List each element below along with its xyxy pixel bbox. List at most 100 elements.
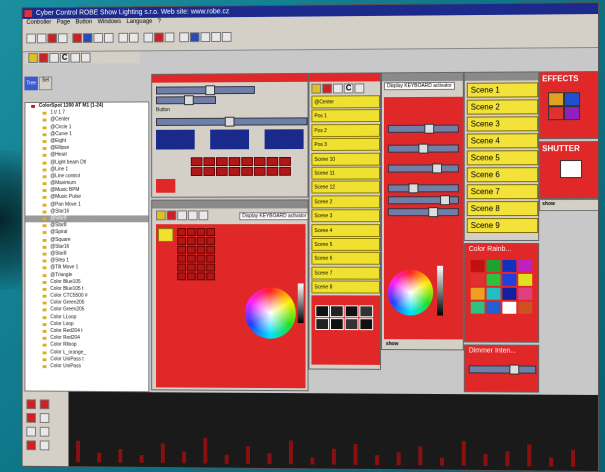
button-label: Button — [156, 107, 170, 113]
settings-icon[interactable] — [211, 32, 221, 42]
preset-item[interactable]: Scene 2 — [311, 195, 380, 208]
effect-swatch-2[interactable] — [564, 92, 580, 106]
color-wheel[interactable] — [245, 287, 296, 338]
tab-sel[interactable]: Sel — [39, 76, 52, 90]
cursor-icon[interactable] — [143, 33, 153, 43]
curve-graph-3 — [265, 129, 304, 149]
scene-button[interactable]: Scene 2 — [467, 99, 538, 114]
preset-item[interactable]: Pos 1 — [311, 109, 380, 122]
delete-icon[interactable] — [165, 32, 175, 42]
curve-graph-2 — [210, 129, 249, 149]
dimmer-slider[interactable] — [469, 365, 536, 373]
dmx-channel-bar — [182, 451, 186, 463]
tree-item[interactable]: @Spiral — [25, 230, 148, 237]
preset-item[interactable]: Scene 8 — [311, 281, 380, 294]
scene-window-title — [465, 72, 538, 80]
scene-button[interactable]: Scene 7 — [467, 184, 538, 199]
dmx-channel-bar — [268, 453, 272, 464]
display-keyboard-label[interactable]: Display KEYBOARD activator — [239, 212, 308, 220]
scene-button[interactable]: Scene 8 — [467, 201, 538, 216]
menu-language[interactable]: Language — [127, 19, 153, 25]
mini-toolbar: C — [24, 51, 139, 64]
bars-icon[interactable] — [81, 53, 91, 63]
fixture-tree: ColorSpot 1200 AT M1 (1-24) 1 t/ 1 7 @Cen… — [24, 101, 149, 392]
effect-swatch-3[interactable] — [548, 106, 564, 120]
open-icon[interactable] — [37, 33, 47, 43]
preset-toolbar: C — [311, 82, 380, 94]
tree-item[interactable]: @Square — [25, 237, 148, 244]
dmx-channel-bar — [397, 452, 401, 465]
scene-button[interactable]: Scene 6 — [467, 167, 538, 182]
preset-item[interactable]: @Center — [311, 95, 380, 108]
effect-icon[interactable] — [104, 33, 114, 43]
fixture-thumb[interactable] — [156, 179, 175, 193]
grid-icon[interactable] — [118, 33, 128, 43]
gobo-panel — [311, 295, 380, 365]
fixture-select[interactable] — [158, 228, 173, 242]
tree-item[interactable]: Color UniPass — [25, 363, 148, 371]
tilt-slider[interactable] — [156, 96, 216, 104]
menu-help[interactable]: ? — [158, 19, 161, 25]
mixer-panel — [384, 97, 463, 266]
preset-item[interactable]: Pos 3 — [311, 138, 380, 151]
dmx-channel-bar — [203, 438, 207, 464]
speed-slider[interactable] — [156, 117, 307, 126]
pan-slider[interactable] — [156, 86, 255, 94]
preset-item[interactable]: Pos 2 — [311, 124, 380, 137]
preset-item[interactable]: Scene 5 — [311, 238, 380, 251]
mixer-color-wheel[interactable] — [388, 270, 433, 316]
scene-icon[interactable] — [93, 33, 103, 43]
chart-icon[interactable] — [129, 33, 139, 43]
menu-windows[interactable]: Windows — [98, 19, 121, 25]
page-icon[interactable] — [72, 33, 82, 43]
tree-item[interactable]: @Star8 — [25, 222, 148, 229]
preset-item[interactable]: Scene 12 — [311, 181, 380, 194]
scene-button[interactable]: Scene 4 — [467, 133, 538, 148]
window-icon[interactable] — [222, 32, 232, 42]
shutter-window: SHUTTER — [539, 141, 599, 199]
flag-icon[interactable] — [39, 53, 49, 63]
preset-item[interactable]: Scene 7 — [311, 266, 380, 279]
layout-icon[interactable] — [179, 32, 189, 42]
show-bar[interactable]: show — [539, 199, 599, 211]
sliders-icon[interactable] — [70, 53, 80, 63]
scene-button[interactable]: Scene 1 — [467, 82, 538, 97]
hash-icon[interactable] — [49, 53, 59, 63]
shutter-icon[interactable] — [560, 160, 582, 178]
scene-button[interactable]: Scene 5 — [467, 150, 538, 165]
stop-icon[interactable] — [154, 33, 164, 43]
dmx-channel-bar — [161, 443, 165, 463]
tree-item[interactable]: @Star8 — [25, 215, 148, 222]
preset-item[interactable]: Scene 6 — [311, 252, 380, 265]
preset-item[interactable]: Scene 3 — [311, 209, 380, 222]
effect-swatch-1[interactable] — [548, 92, 564, 106]
preset-item[interactable]: Scene 10 — [311, 152, 380, 165]
scene-button[interactable]: Scene 9 — [467, 218, 538, 233]
display-keyboard-label-2[interactable]: Display KEYBOARD activator — [384, 82, 455, 90]
save-icon[interactable] — [58, 33, 68, 43]
menu-controller[interactable]: Controller — [26, 20, 51, 26]
preset-window-title — [309, 73, 380, 81]
record-icon[interactable] — [47, 33, 57, 43]
new-icon[interactable] — [26, 34, 36, 44]
mixer-color-panel — [384, 258, 463, 340]
preset-window: C @Center Pos 1 Pos 2 Pos 3 Scene 10 Scene 11… — [308, 72, 381, 369]
tab-tree[interactable]: Tree — [24, 77, 37, 91]
preset-item[interactable]: Scene 11 — [311, 167, 380, 180]
list-icon[interactable] — [201, 32, 211, 42]
color-window: Display KEYBOARD activator — [151, 199, 308, 391]
preset-item[interactable]: Scene 4 — [311, 224, 380, 237]
monitor-icon[interactable] — [190, 32, 200, 42]
brightness-bar[interactable] — [298, 283, 304, 323]
show-label-mixer: show — [386, 341, 399, 347]
menu-button[interactable]: Button — [76, 19, 93, 25]
fixture-icon[interactable] — [83, 33, 93, 43]
clear-icon[interactable]: C — [60, 53, 70, 63]
menu-page[interactable]: Page — [57, 20, 70, 26]
mixer-brightness[interactable] — [437, 266, 443, 316]
scene-button[interactable]: Scene 3 — [467, 116, 538, 131]
dmx-channel-bar — [484, 454, 488, 466]
pointer-icon[interactable] — [28, 53, 38, 63]
tree-item[interactable]: @Star16 — [25, 244, 148, 251]
effect-swatch-4[interactable] — [564, 106, 580, 120]
